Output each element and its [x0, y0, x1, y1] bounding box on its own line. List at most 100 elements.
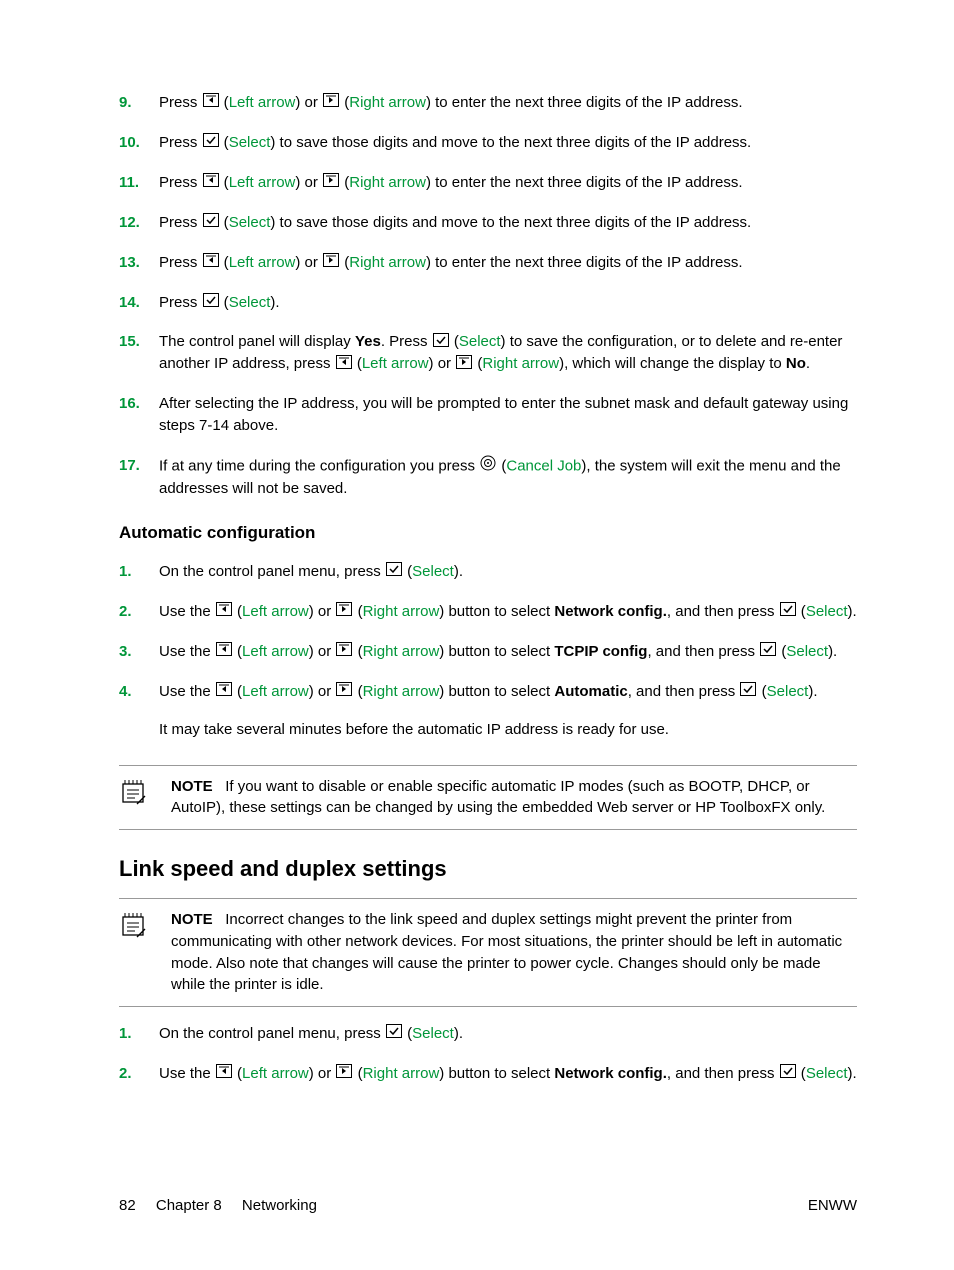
note-block: NOTE If you want to disable or enable sp… [119, 765, 857, 831]
note-block: NOTE Incorrect changes to the link speed… [119, 898, 857, 1007]
section-label: Networking [242, 1197, 317, 1214]
right-arrow-icon [336, 681, 352, 703]
right-arrow-icon [323, 92, 339, 114]
step-number: 10. [119, 132, 159, 154]
select-icon [386, 1023, 402, 1045]
step-number: 9. [119, 92, 159, 114]
select-label: Select [229, 134, 271, 151]
step-body: Press (Select) to save those digits and … [159, 212, 857, 234]
note-icon [119, 909, 171, 996]
steps-list-manual: 9. Press (Left arrow) or (Right arrow) t… [119, 92, 857, 499]
select-icon [203, 292, 219, 314]
step-body: Use the (Left arrow) or (Right arrow) bu… [159, 681, 857, 741]
select-icon [203, 132, 219, 154]
select-icon [203, 212, 219, 234]
chapter-label: Chapter 8 [156, 1197, 222, 1214]
select-icon [433, 332, 449, 354]
left-arrow-icon [203, 172, 219, 194]
step-number: 12. [119, 212, 159, 234]
step-body: Use the (Left arrow) or (Right arrow) bu… [159, 641, 857, 663]
left-arrow-icon [216, 1063, 232, 1085]
note-text: Incorrect changes to the link speed and … [171, 911, 842, 993]
page-footer: 82 Chapter 8 Networking ENWW [119, 1197, 857, 1214]
left-arrow-icon [203, 252, 219, 274]
step-body: Press (Left arrow) or (Right arrow) to e… [159, 92, 857, 114]
right-arrow-icon [323, 172, 339, 194]
network-config-label: Network config. [554, 603, 667, 620]
step-number: 11. [119, 172, 159, 194]
list-item: 12. Press (Select) to save those digits … [119, 212, 857, 234]
step-body: Use the (Left arrow) or (Right arrow) bu… [159, 601, 857, 623]
list-item: 1. On the control panel menu, press (Sel… [119, 1023, 857, 1045]
step-body: If at any time during the configuration … [159, 455, 857, 500]
step-number: 3. [119, 641, 159, 663]
list-item: 16. After selecting the IP address, you … [119, 393, 857, 437]
select-icon [780, 1063, 796, 1085]
left-arrow-icon [203, 92, 219, 114]
select-icon [780, 601, 796, 623]
right-arrow-icon [336, 601, 352, 623]
step-number: 2. [119, 1063, 159, 1085]
step-number: 1. [119, 1023, 159, 1045]
step-number: 15. [119, 331, 159, 375]
list-item: 15. The control panel will display Yes. … [119, 331, 857, 375]
step-body: After selecting the IP address, you will… [159, 393, 857, 437]
list-item: 11. Press (Left arrow) or (Right arrow) … [119, 172, 857, 194]
step-number: 1. [119, 561, 159, 583]
list-item: 4. Use the (Left arrow) or (Right arrow)… [119, 681, 857, 741]
left-arrow-icon [336, 354, 352, 376]
note-label: NOTE [171, 778, 213, 795]
right-arrow-icon [323, 252, 339, 274]
document-page: 9. Press (Left arrow) or (Right arrow) t… [0, 0, 954, 1270]
right-arrow-icon [456, 354, 472, 376]
list-item: 1. On the control panel menu, press (Sel… [119, 561, 857, 583]
heading-automatic-configuration: Automatic configuration [119, 523, 857, 543]
steps-list-auto: 1. On the control panel menu, press (Sel… [119, 561, 857, 740]
footer-right: ENWW [808, 1197, 857, 1214]
left-arrow-icon [216, 641, 232, 663]
step-body: Press (Select) to save those digits and … [159, 132, 857, 154]
step-number: 13. [119, 252, 159, 274]
select-icon [760, 641, 776, 663]
tcpip-config-label: TCPIP config [554, 643, 647, 660]
list-item: 10. Press (Select) to save those digits … [119, 132, 857, 154]
left-arrow-icon [216, 681, 232, 703]
note-icon [119, 776, 171, 820]
step-number: 16. [119, 393, 159, 437]
step-body: On the control panel menu, press (Select… [159, 561, 857, 583]
step-number: 14. [119, 292, 159, 314]
steps-list-linkspeed: 1. On the control panel menu, press (Sel… [119, 1023, 857, 1085]
step-body: Use the (Left arrow) or (Right arrow) bu… [159, 1063, 857, 1085]
step-body: On the control panel menu, press (Select… [159, 1023, 857, 1045]
right-arrow-icon [336, 1063, 352, 1085]
list-item: 13. Press (Left arrow) or (Right arrow) … [119, 252, 857, 274]
network-config-label: Network config. [554, 1065, 667, 1082]
no-label: No [786, 355, 806, 372]
right-arrow-icon [336, 641, 352, 663]
step-body: Press (Select). [159, 292, 857, 314]
note-text: If you want to disable or enable specifi… [171, 778, 825, 817]
list-item: 17. If at any time during the configurat… [119, 455, 857, 500]
cancel-job-icon [480, 455, 496, 478]
step-tail-text: It may take several minutes before the a… [159, 719, 857, 741]
select-icon [740, 681, 756, 703]
step-body: Press (Left arrow) or (Right arrow) to e… [159, 252, 857, 274]
page-number: 82 [119, 1197, 136, 1214]
right-arrow-label: Right arrow [349, 94, 426, 111]
step-body: Press (Left arrow) or (Right arrow) to e… [159, 172, 857, 194]
list-item: 3. Use the (Left arrow) or (Right arrow)… [119, 641, 857, 663]
note-label: NOTE [171, 911, 213, 928]
step-number: 2. [119, 601, 159, 623]
select-icon [386, 561, 402, 583]
list-item: 14. Press (Select). [119, 292, 857, 314]
heading-link-speed-duplex: Link speed and duplex settings [119, 856, 857, 882]
list-item: 9. Press (Left arrow) or (Right arrow) t… [119, 92, 857, 114]
yes-label: Yes [355, 333, 381, 350]
list-item: 2. Use the (Left arrow) or (Right arrow)… [119, 1063, 857, 1085]
step-number: 17. [119, 455, 159, 500]
step-number: 4. [119, 681, 159, 741]
automatic-label: Automatic [554, 683, 627, 700]
step-body: The control panel will display Yes. Pres… [159, 331, 857, 375]
cancel-job-label: Cancel Job [506, 457, 581, 474]
left-arrow-icon [216, 601, 232, 623]
